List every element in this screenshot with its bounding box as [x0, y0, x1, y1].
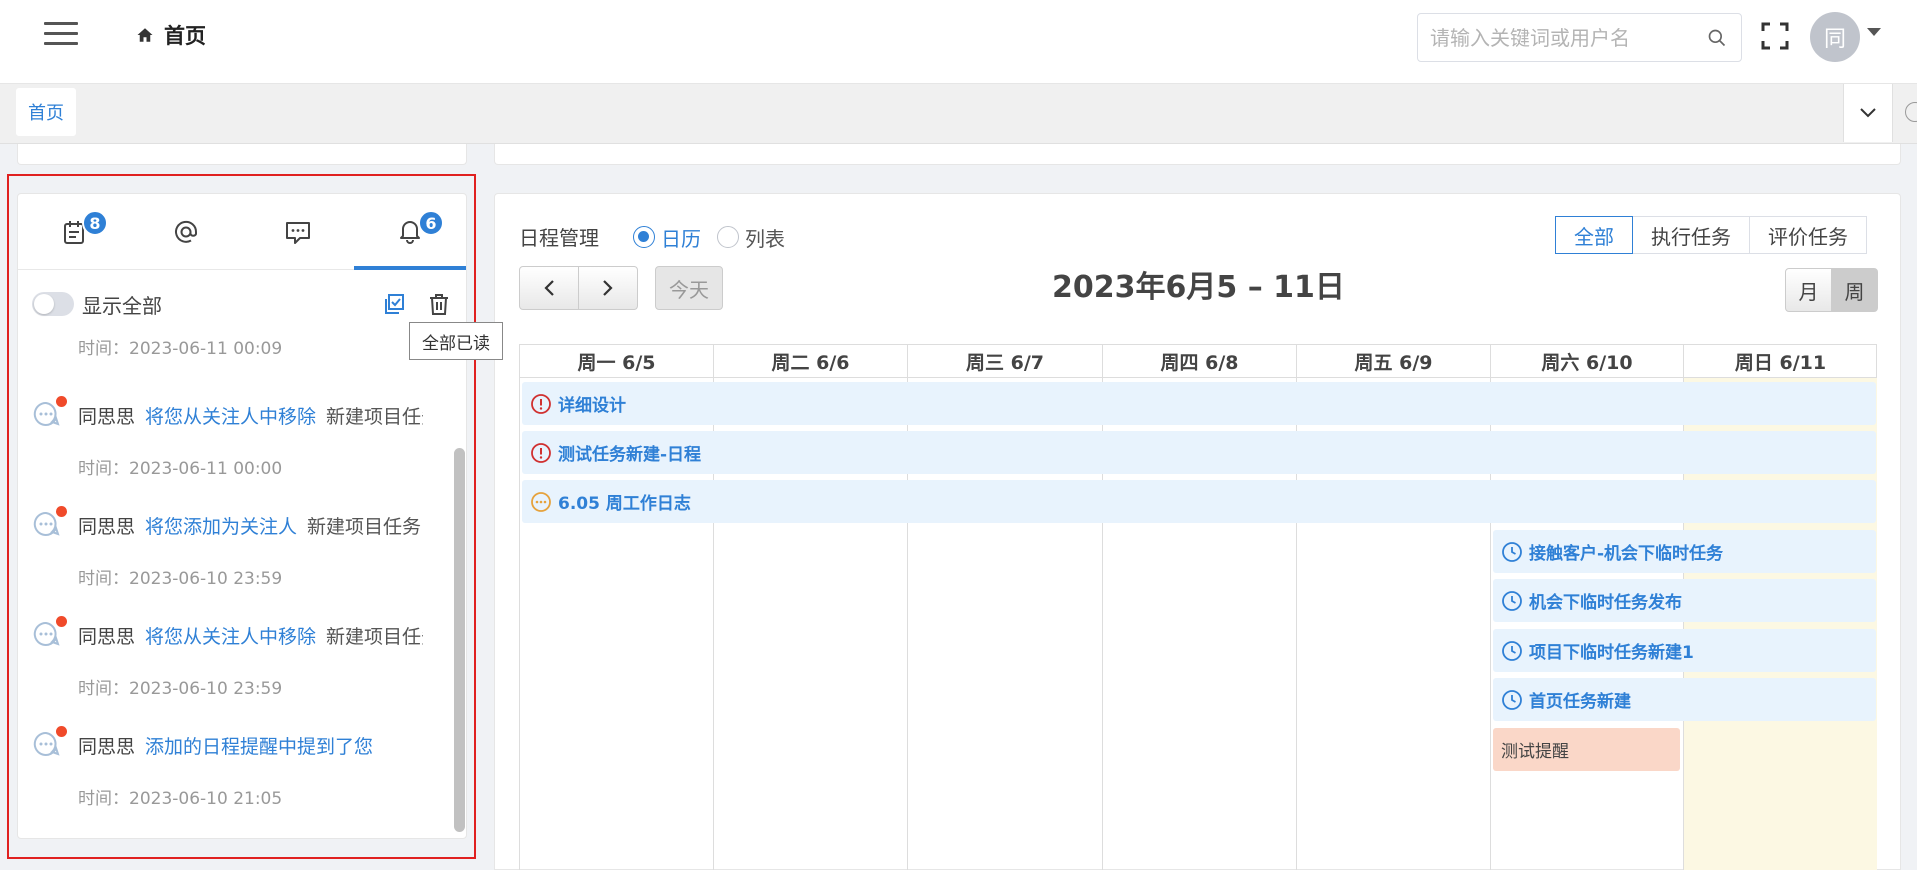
event-title: 测试提醒: [1501, 742, 1569, 762]
prev-week-button[interactable]: [519, 266, 579, 310]
calendar-event[interactable]: 项目下临时任务新建1: [1493, 629, 1876, 672]
tab-home[interactable]: 首页: [16, 88, 76, 136]
calendar-event[interactable]: 机会下临时任务发布: [1493, 579, 1876, 622]
day-header: 周六 6/10: [1491, 345, 1684, 378]
ellipsis-circle-icon: [531, 491, 551, 512]
filter-execute-button[interactable]: 执行任务: [1632, 216, 1750, 254]
avatar-caret-icon[interactable]: [1867, 28, 1881, 36]
radio-circle: [633, 226, 655, 248]
close-tabs-icon[interactable]: [1905, 102, 1917, 122]
clock-icon: [1502, 541, 1522, 562]
calendar-title: 日程管理: [519, 226, 599, 250]
fullscreen-icon[interactable]: [1761, 22, 1789, 50]
day-header: 周一 6/5: [520, 345, 714, 378]
event-title: 接触客户-机会下临时任务: [1529, 544, 1724, 564]
search-input[interactable]: [1418, 14, 1688, 61]
event-title: 测试任务新建-日程: [558, 445, 702, 465]
today-button[interactable]: 今天: [655, 266, 723, 310]
day-header: 周日 6/11: [1684, 345, 1877, 378]
search-box: [1417, 13, 1742, 62]
calendar-event[interactable]: 接触客户-机会下临时任务: [1493, 530, 1876, 573]
event-title: 机会下临时任务发布: [1529, 593, 1682, 613]
clock-icon: [1502, 689, 1522, 710]
avatar[interactable]: 同: [1810, 12, 1860, 62]
calendar-event[interactable]: 6.05 周工作日志: [522, 480, 1876, 523]
event-title: 详细设计: [558, 396, 626, 416]
right-top-card: [494, 144, 1901, 165]
breadcrumb-home: 首页: [164, 24, 206, 48]
top-header: 首页 同: [0, 0, 1917, 84]
filter-all-button[interactable]: 全部: [1555, 216, 1633, 254]
filter-evaluate-button[interactable]: 评价任务: [1749, 216, 1867, 254]
alert-circle-icon: [531, 442, 551, 463]
event-title: 项目下临时任务新建1: [1529, 643, 1694, 663]
chevron-down-icon: [1860, 108, 1876, 118]
left-top-card: [17, 144, 467, 165]
day-header: 周三 6/7: [908, 345, 1103, 378]
mark-all-read-tooltip: 全部已读: [409, 322, 503, 360]
radio-list[interactable]: 列表: [717, 224, 785, 251]
calendar-event[interactable]: 测试任务新建-日程: [522, 431, 1876, 474]
day-header: 周五 6/9: [1297, 345, 1491, 378]
calendar-event[interactable]: 首页任务新建: [1493, 678, 1876, 721]
calendar-event[interactable]: 详细设计: [522, 382, 1876, 425]
event-title: 首页任务新建: [1529, 692, 1631, 712]
week-nav-group: [519, 266, 638, 310]
tabs-dropdown-button[interactable]: [1843, 84, 1893, 142]
next-week-button[interactable]: [578, 266, 638, 310]
breadcrumb[interactable]: 首页: [136, 20, 206, 50]
view-month-button[interactable]: 月: [1785, 268, 1832, 312]
radio-label: 日历: [661, 226, 701, 251]
radio-circle: [717, 226, 739, 248]
clock-icon: [1502, 590, 1522, 611]
chevron-right-icon: [603, 280, 613, 296]
event-title: 6.05 周工作日志: [558, 494, 691, 514]
view-toggle-group: 月 周: [1785, 268, 1878, 312]
radio-label: 列表: [745, 226, 785, 251]
home-icon: [137, 28, 153, 42]
view-week-button[interactable]: 周: [1831, 268, 1878, 312]
alert-circle-icon: [531, 393, 551, 414]
calendar-panel: 日程管理 日历 列表 全部 执行任务 评价任务 今天 2023年6月5 – 11…: [494, 193, 1901, 870]
clock-icon: [1502, 640, 1522, 661]
day-header: 周二 6/6: [714, 345, 908, 378]
highlight-box: [7, 174, 476, 859]
menu-toggle-icon[interactable]: [44, 22, 78, 48]
day-header: 周四 6/8: [1103, 345, 1297, 378]
radio-calendar[interactable]: 日历: [633, 224, 701, 251]
chevron-left-icon: [544, 280, 554, 296]
search-icon[interactable]: [1707, 28, 1727, 48]
week-grid: 周一 6/5 周二 6/6 周三 6/7 周四 6/8 周五 6/9 周六 6/…: [519, 344, 1877, 870]
task-filter-group: 全部 执行任务 评价任务: [1555, 216, 1867, 254]
calendar-reminder[interactable]: 测试提醒: [1493, 728, 1680, 771]
tabs-bar: 首页: [0, 84, 1917, 144]
